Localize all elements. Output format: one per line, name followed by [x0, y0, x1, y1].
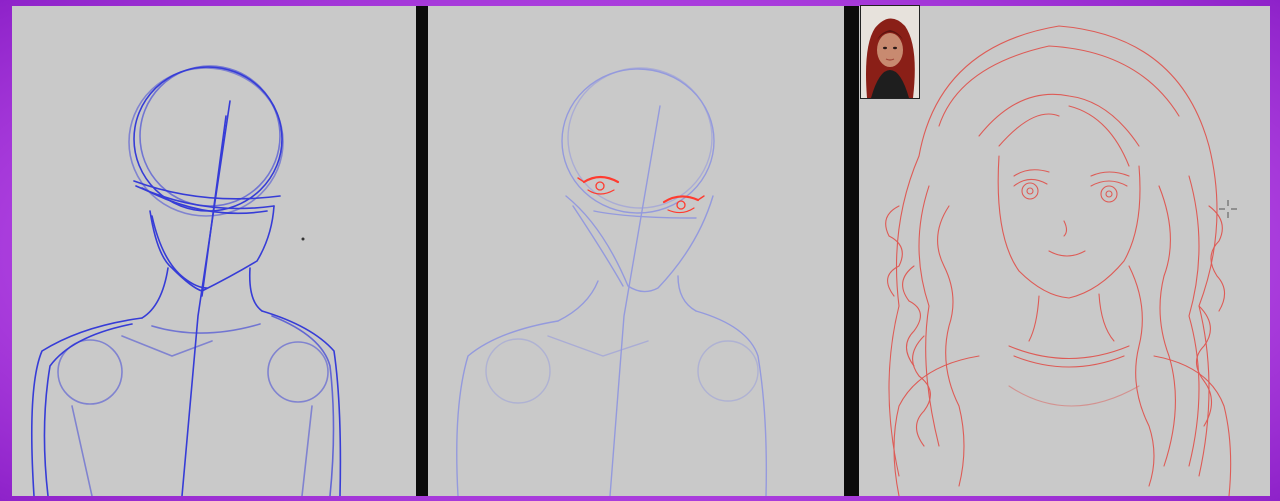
sketch-panel-2[interactable]	[428, 6, 844, 496]
sketch-panel-1[interactable]	[12, 6, 416, 496]
line-art-girl	[885, 25, 1232, 496]
construction-sketch-1	[30, 65, 342, 496]
panel-divider	[844, 6, 859, 496]
person-camera-icon	[861, 6, 919, 98]
sketch-panel-3[interactable]	[859, 6, 1270, 496]
panel-divider	[416, 6, 428, 496]
webcam-overlay	[860, 5, 920, 99]
construction-sketch-2	[456, 67, 768, 496]
crosshair-cursor-icon	[1219, 200, 1237, 218]
